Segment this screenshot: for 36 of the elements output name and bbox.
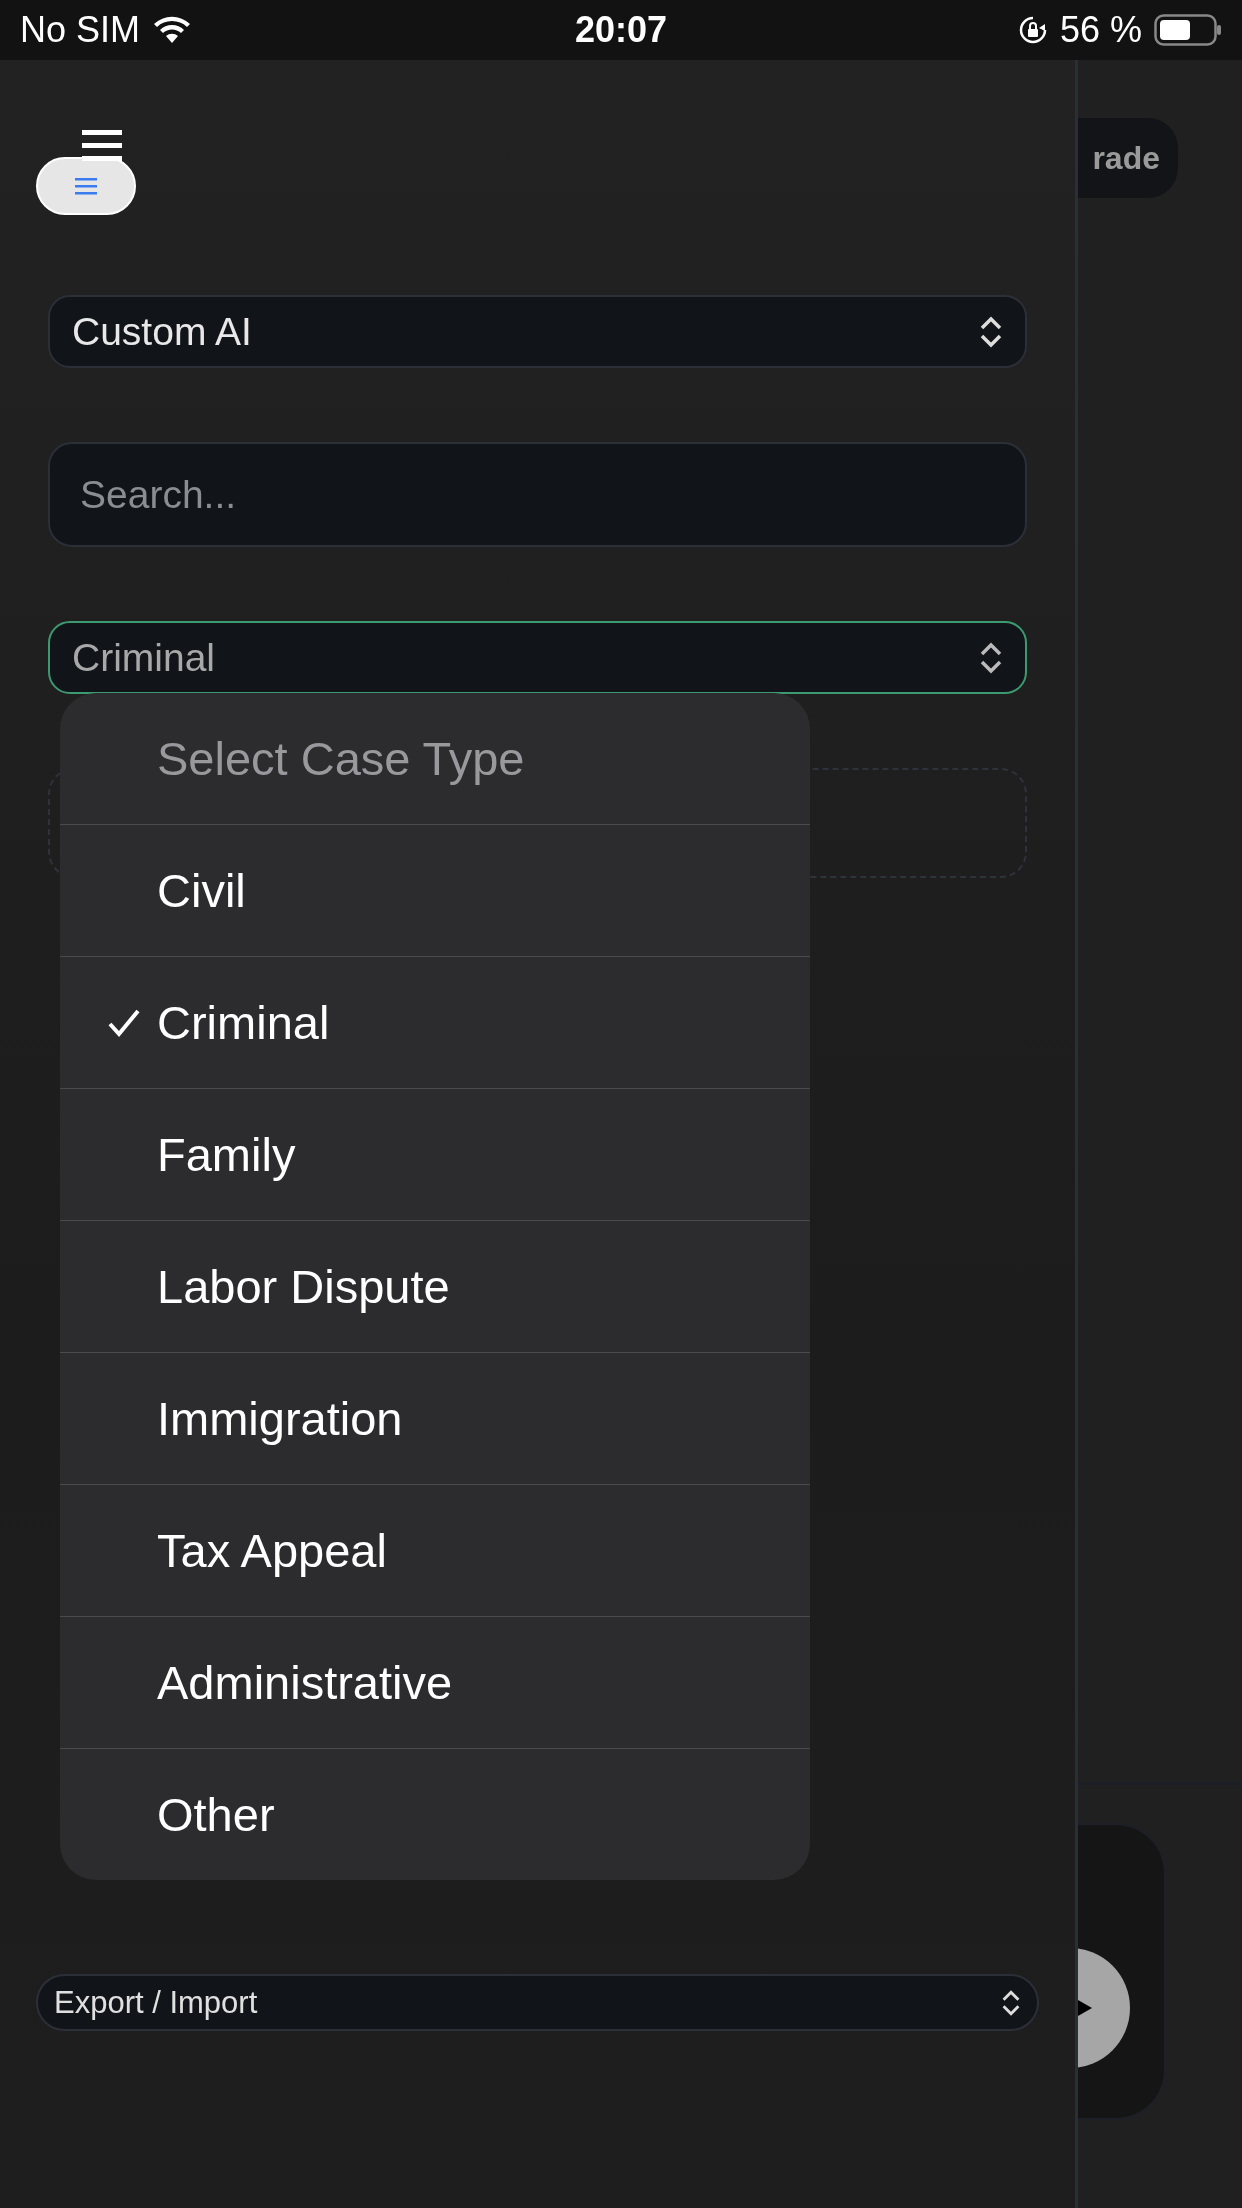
option-label: Criminal — [157, 995, 330, 1050]
option-label: Other — [157, 1787, 275, 1842]
menu-option[interactable]: Immigration — [60, 1352, 810, 1484]
menu-option[interactable]: Administrative — [60, 1616, 810, 1748]
option-label: Labor Dispute — [157, 1259, 450, 1314]
chevron-icon — [979, 314, 1003, 349]
menu-icon[interactable] — [82, 130, 122, 164]
option-label: Family — [157, 1127, 296, 1182]
carrier-label: No SIM — [20, 9, 141, 51]
export-import-select[interactable]: Export / Import — [36, 1974, 1039, 2031]
play-button[interactable] — [1078, 1948, 1130, 2068]
chevron-icon — [979, 640, 1003, 675]
menu-option[interactable]: Criminal — [60, 956, 810, 1088]
menu-option[interactable]: Civil — [60, 824, 810, 956]
option-label: Select Case Type — [157, 731, 525, 786]
menu-icon — [75, 177, 97, 195]
upgrade-button[interactable]: rade — [1078, 118, 1178, 198]
battery-icon — [1154, 14, 1222, 46]
option-label: Tax Appeal — [157, 1523, 387, 1578]
wifi-icon — [152, 15, 193, 45]
option-label: Administrative — [157, 1655, 453, 1710]
option-label: Civil — [157, 863, 246, 918]
menu-option[interactable]: Other — [60, 1748, 810, 1880]
menu-button[interactable] — [36, 157, 136, 215]
menu-option[interactable]: Select Case Type — [60, 693, 810, 824]
rotation-lock-icon — [1017, 15, 1048, 45]
case-type-select[interactable]: Criminal — [48, 621, 1027, 694]
battery-percent: 56 % — [1059, 9, 1142, 51]
clock: 20:07 — [574, 9, 668, 51]
option-label: Immigration — [157, 1391, 403, 1446]
menu-option[interactable]: Family — [60, 1088, 810, 1220]
model-select[interactable]: Custom AI — [48, 295, 1027, 368]
search-field[interactable]: Search... — [48, 442, 1027, 547]
menu-option[interactable]: Labor Dispute — [60, 1220, 810, 1352]
chevron-icon — [1001, 1988, 1021, 2017]
menu-option[interactable]: Tax Appeal — [60, 1484, 810, 1616]
